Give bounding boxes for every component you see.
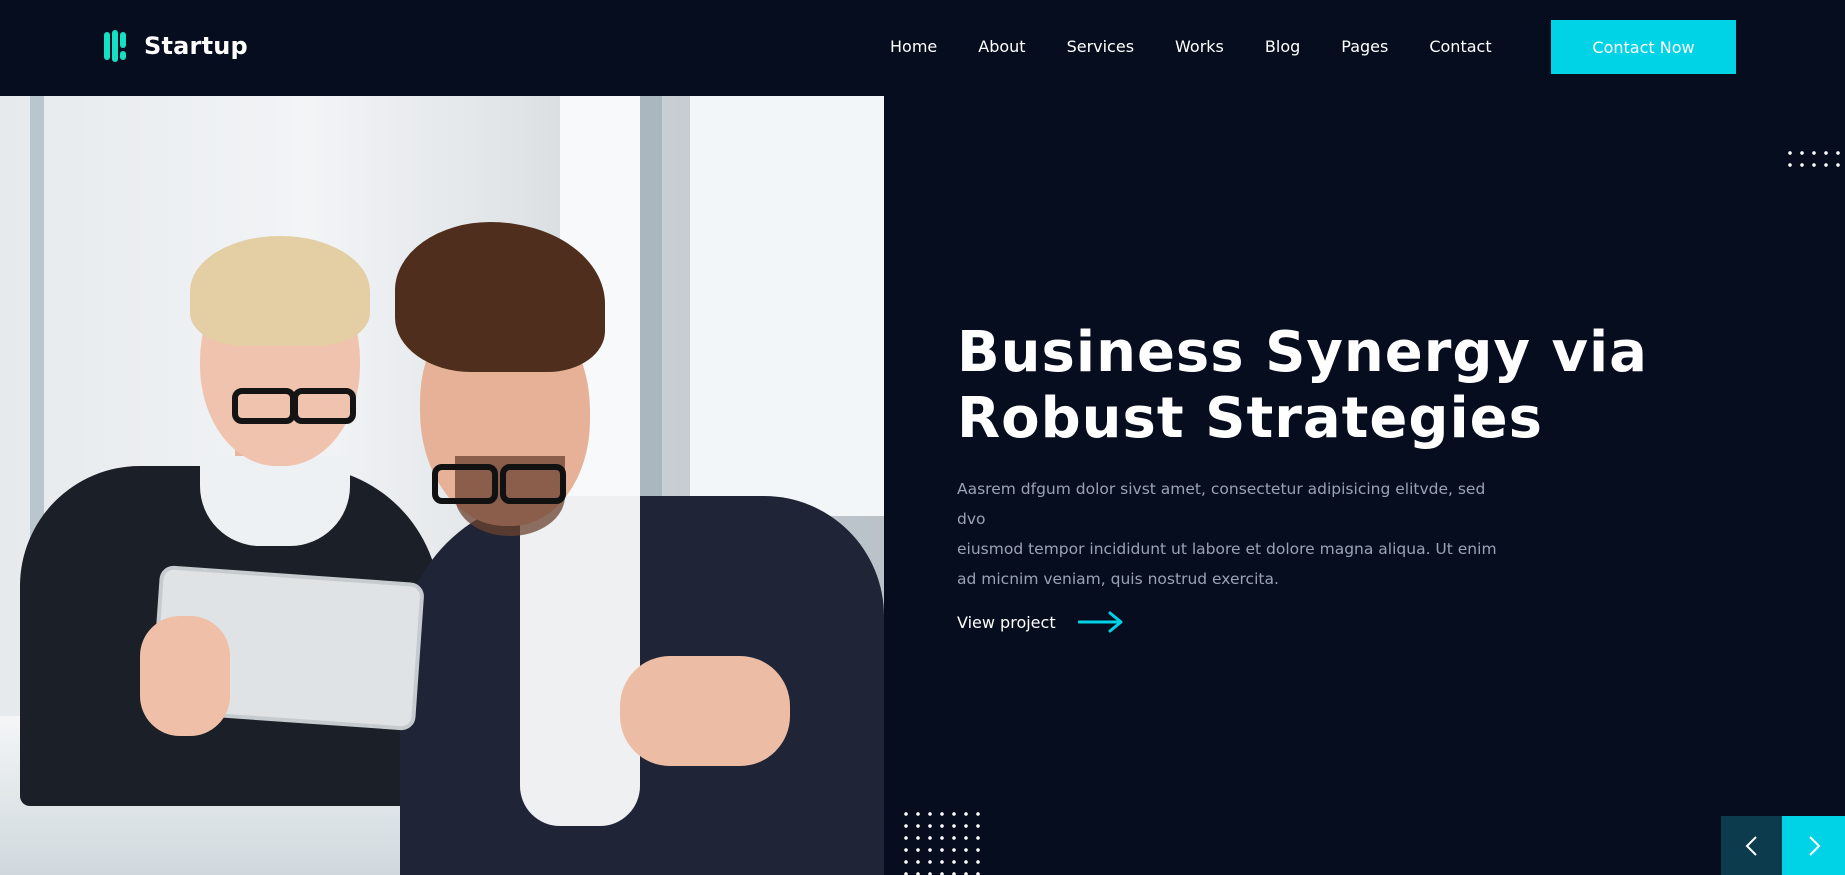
- main-nav: Home About Services Works Blog Pages Con…: [890, 37, 1492, 56]
- hero-image: [0, 96, 884, 875]
- hero-description-line-2: eiusmod tempor incididunt ut labore et d…: [957, 540, 1497, 558]
- hero-description-line-1: Aasrem dfgum dolor sivst amet, consectet…: [957, 480, 1486, 528]
- nav-item-services[interactable]: Services: [1067, 37, 1134, 56]
- chevron-right-icon: [1808, 835, 1820, 856]
- brand-name: Startup: [144, 32, 248, 60]
- nav-item-pages[interactable]: Pages: [1341, 37, 1388, 56]
- hero-title-line-1: Business Synergy via: [957, 320, 1648, 385]
- view-project-link[interactable]: View project: [957, 610, 1124, 634]
- arrow-right-icon: [1077, 611, 1123, 633]
- view-project-label: View project: [957, 612, 1056, 632]
- nav-item-works[interactable]: Works: [1175, 37, 1224, 56]
- hero-title: Business Synergy via Robust Strategies: [957, 320, 1677, 452]
- hero-description-line-3: ad micnim veniam, quis nostrud exercita.: [957, 570, 1279, 588]
- site-header: Startup Home About Services Works Blog P…: [0, 0, 1845, 96]
- slider-prev-button[interactable]: [1721, 816, 1782, 875]
- hero-description: Aasrem dfgum dolor sivst amet, consectet…: [957, 474, 1517, 594]
- nav-item-about[interactable]: About: [978, 37, 1025, 56]
- dot-pattern-bottom: [900, 808, 988, 875]
- chevron-left-icon: [1745, 835, 1757, 856]
- dot-pattern-top-right: [1784, 147, 1845, 175]
- nav-item-home[interactable]: Home: [890, 37, 937, 56]
- slider-next-button[interactable]: [1782, 816, 1845, 875]
- contact-now-button[interactable]: Contact Now: [1551, 20, 1736, 74]
- hero-title-line-2: Robust Strategies: [957, 386, 1543, 451]
- nav-item-blog[interactable]: Blog: [1265, 37, 1300, 56]
- logo-icon: [104, 30, 126, 62]
- logo[interactable]: Startup: [104, 30, 248, 62]
- nav-item-contact[interactable]: Contact: [1429, 37, 1491, 56]
